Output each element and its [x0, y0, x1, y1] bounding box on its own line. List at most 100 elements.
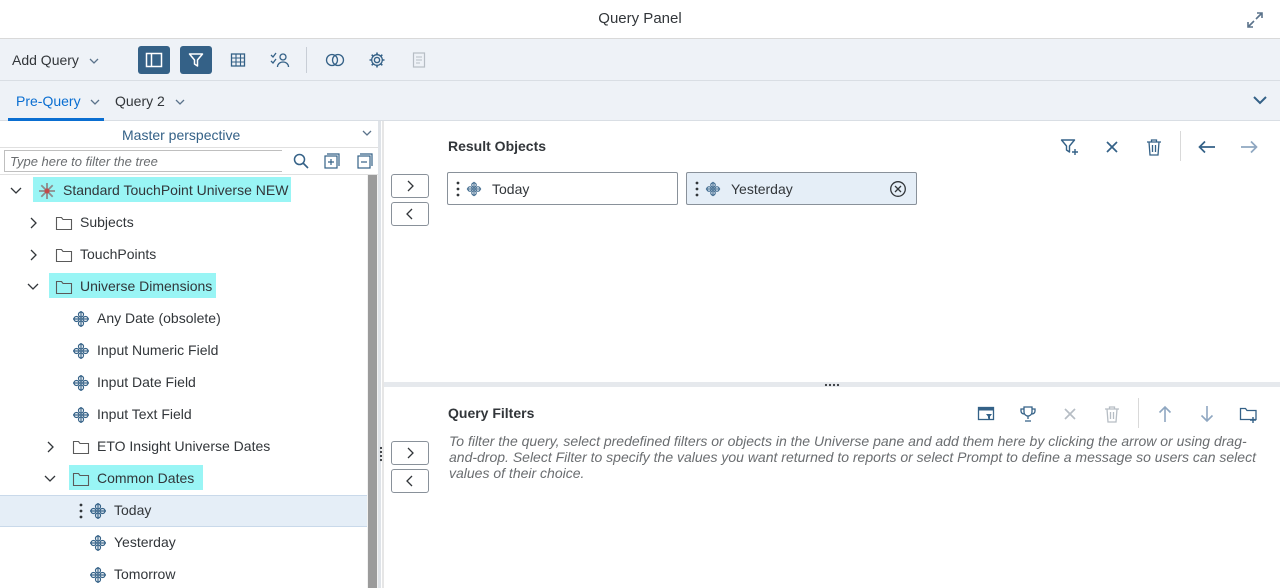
- combined-query-button[interactable]: [319, 46, 351, 74]
- tree-filter-row: [0, 148, 378, 175]
- chevron-right-icon: [407, 447, 414, 459]
- remove-from-results-button[interactable]: [391, 202, 429, 226]
- script-button[interactable]: [403, 46, 435, 74]
- tree-item-label: Universe Dimensions: [80, 278, 213, 294]
- dimension-icon: [90, 535, 106, 551]
- panel-toggle-button[interactable]: [138, 46, 170, 74]
- remove-filter-button[interactable]: [1060, 404, 1080, 424]
- remove-from-filters-button[interactable]: [391, 469, 429, 493]
- drag-handle-icon[interactable]: [79, 502, 83, 520]
- toolbar-separator: [1180, 131, 1181, 161]
- scrollbar-thumb[interactable]: [368, 175, 377, 588]
- remove-circle-icon[interactable]: [889, 180, 907, 198]
- result-object-label: Today: [492, 181, 530, 197]
- close-icon: [1106, 141, 1118, 153]
- drag-handle-icon[interactable]: [456, 180, 460, 198]
- close-icon: [1064, 408, 1076, 420]
- remove-button[interactable]: [1102, 137, 1122, 157]
- tab-pre-query[interactable]: Pre-Query: [7, 93, 105, 121]
- chevron-down-icon[interactable]: [10, 184, 22, 198]
- panel-splitter[interactable]: [378, 121, 381, 588]
- trash-icon: [1147, 139, 1161, 156]
- expand-all-icon[interactable]: [323, 152, 341, 170]
- add-to-filters-button[interactable]: [391, 441, 429, 465]
- ranking-button[interactable]: [1018, 404, 1038, 424]
- move-up-button[interactable]: [1155, 404, 1175, 424]
- tree-item-input-text[interactable]: Input Text Field: [0, 399, 367, 431]
- fullscreen-icon[interactable]: [1246, 11, 1264, 29]
- settings-button[interactable]: [361, 46, 393, 74]
- chevron-right-icon[interactable]: [44, 440, 56, 454]
- tab-label: Pre-Query: [16, 93, 81, 109]
- remove-all-filters-button[interactable]: [1102, 404, 1122, 424]
- table-icon: [230, 53, 246, 67]
- tree-item-label: ETO Insight Universe Dates: [97, 438, 271, 454]
- add-to-results-button[interactable]: [391, 174, 429, 198]
- tree-item-label: Input Date Field: [97, 374, 196, 390]
- collapse-chevron-icon[interactable]: [1252, 94, 1268, 106]
- toolbar-separator: [306, 47, 307, 73]
- tree-item-eto-insight[interactable]: ETO Insight Universe Dates: [0, 431, 367, 463]
- chevron-down-icon: [89, 58, 99, 65]
- tree-item-today[interactable]: Today: [0, 495, 367, 527]
- move-left-button[interactable]: [1197, 137, 1217, 157]
- tree-item-touchpoints[interactable]: TouchPoints: [0, 239, 367, 271]
- arrow-down-icon: [1200, 406, 1214, 423]
- result-object-label: Yesterday: [731, 181, 793, 197]
- perspective-label: Master perspective: [122, 127, 241, 143]
- add-filter-button[interactable]: [1060, 137, 1080, 157]
- chevron-down-icon[interactable]: [27, 280, 39, 294]
- chevron-down-icon[interactable]: [44, 472, 56, 486]
- move-right-button[interactable]: [1239, 137, 1259, 157]
- tree-item-label: Input Text Field: [97, 406, 192, 422]
- predefined-filter-button[interactable]: [976, 404, 996, 424]
- dimension-icon: [73, 311, 89, 327]
- universe-icon: [39, 183, 55, 199]
- tree-item-label: Today: [114, 502, 152, 518]
- folder-icon: [55, 216, 73, 231]
- tree-item-label: TouchPoints: [80, 246, 157, 262]
- tree-item-yesterday[interactable]: Yesterday: [0, 527, 367, 559]
- add-folder-icon: [1239, 407, 1257, 423]
- tree-item-subjects[interactable]: Subjects: [0, 207, 367, 239]
- folder-icon: [55, 248, 73, 263]
- dimension-icon: [90, 567, 106, 583]
- tree-item-universe[interactable]: Standard TouchPoint Universe NEW: [0, 175, 367, 207]
- chevron-right-icon[interactable]: [27, 248, 39, 262]
- tree-item-any-date[interactable]: Any Date (obsolete): [0, 303, 367, 335]
- move-down-button[interactable]: [1197, 404, 1217, 424]
- result-object-today[interactable]: Today: [447, 172, 678, 205]
- universe-tree: Standard TouchPoint Universe NEW Subject…: [0, 175, 367, 588]
- tree-item-universe-dimensions[interactable]: Universe Dimensions: [0, 271, 367, 303]
- tree-item-common-dates[interactable]: Common Dates: [0, 463, 367, 495]
- tree-scrollbar[interactable]: [367, 175, 378, 588]
- search-icon[interactable]: [292, 152, 310, 170]
- dimension-icon: [90, 503, 106, 519]
- drag-handle-icon[interactable]: [695, 180, 699, 198]
- dimension-icon: [705, 181, 721, 197]
- perspective-select[interactable]: Master perspective: [0, 121, 378, 148]
- filter-panel-button[interactable]: [180, 46, 212, 74]
- tab-label: Query 2: [115, 93, 165, 109]
- tree-item-input-numeric[interactable]: Input Numeric Field: [0, 335, 367, 367]
- add-query-button[interactable]: Add Query: [12, 52, 99, 68]
- data-preview-button[interactable]: [222, 46, 254, 74]
- tab-query-2[interactable]: Query 2: [115, 93, 185, 109]
- chevron-down-icon: [175, 99, 185, 105]
- trash-icon: [1105, 406, 1119, 423]
- chevron-down-icon: [362, 130, 372, 136]
- window-title: Query Panel: [598, 10, 682, 27]
- add-subquery-button[interactable]: [1239, 404, 1259, 424]
- user-check-button[interactable]: [264, 46, 296, 74]
- toolbar: Add Query: [0, 39, 1280, 81]
- arrow-up-icon: [1158, 405, 1172, 422]
- remove-all-button[interactable]: [1144, 137, 1164, 157]
- tree-item-input-date[interactable]: Input Date Field: [0, 367, 367, 399]
- collapse-all-icon[interactable]: [356, 152, 374, 170]
- arrow-left-icon: [1198, 140, 1215, 154]
- result-object-yesterday[interactable]: Yesterday: [686, 172, 917, 205]
- document-icon: [412, 52, 426, 68]
- tree-filter-input[interactable]: [4, 150, 282, 172]
- chevron-right-icon[interactable]: [27, 216, 39, 230]
- tree-item-tomorrow[interactable]: Tomorrow: [0, 559, 367, 588]
